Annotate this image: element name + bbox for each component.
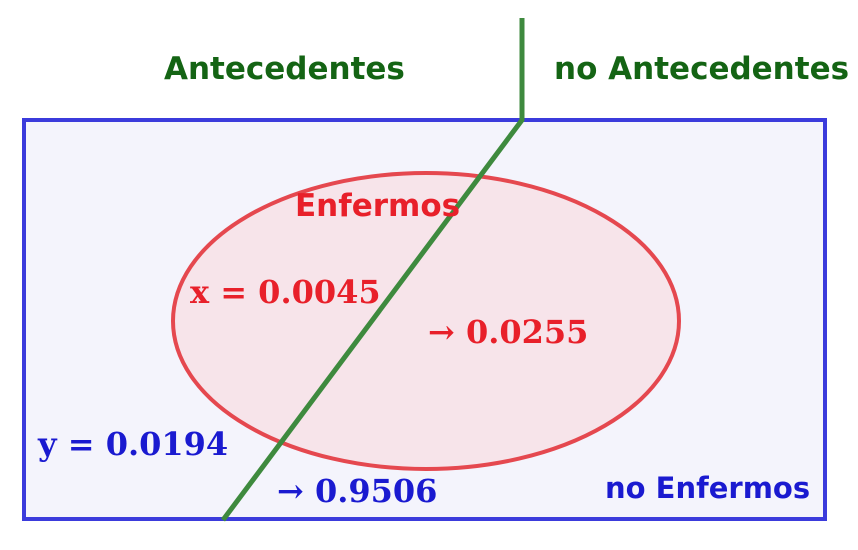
enfermos-label: Enfermos — [295, 188, 460, 224]
no-antecedentes-label: no Antecedentes — [554, 51, 849, 87]
y-value: y = 0.0194 — [37, 425, 228, 463]
venn-diagram: Antecedentes no Antecedentes Enfermos no… — [22, 18, 849, 522]
x-value: x = 0.0045 — [190, 273, 381, 311]
enfermos-no-antecedentes-value: → 0.0255 — [428, 313, 588, 351]
no-enfermos-no-antecedentes-value: → 0.9506 — [277, 472, 437, 510]
no-enfermos-label: no Enfermos — [605, 471, 810, 505]
antecedentes-label: Antecedentes — [164, 51, 405, 87]
